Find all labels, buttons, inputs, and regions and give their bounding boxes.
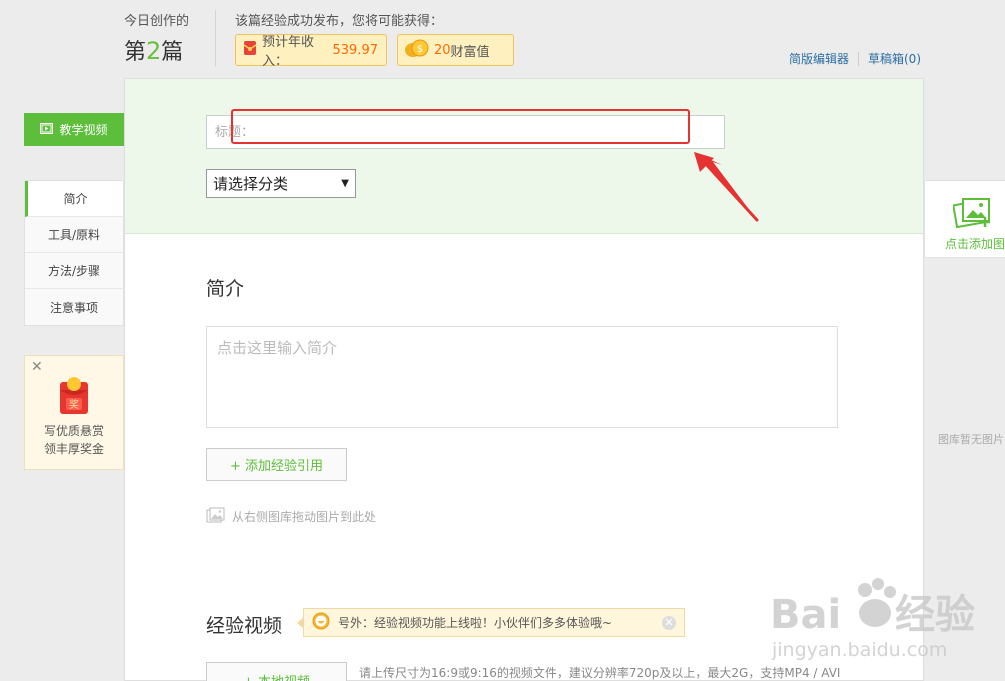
add-image-button[interactable]: 点击添加图片 [924,180,1005,258]
notice-text: 号外：经验视频功能上线啦！小伙伴们多多体验哦~ [338,616,613,630]
tutorial-video-label: 教学视频 [59,123,108,137]
drafts-link[interactable]: 草稿箱(0) [868,50,921,67]
income-badge: 预计年收入： 539.97 [235,34,387,69]
svg-text:奖: 奖 [69,398,79,411]
today-created-label: 今日创作的 [124,14,190,29]
section-nav: 简介 工具/原料 方法/步骤 注意事项 [24,180,124,326]
wealth-label: 财富值 [450,44,490,60]
intro-section-title: 简介 [206,278,245,300]
top-links: 简版编辑器 草稿箱(0) [789,50,921,67]
notice-close-icon[interactable]: ✕ [662,615,676,630]
wealth-number: 20 [434,42,451,58]
video-upload-hint: 请上传尺寸为16:9或9:16的视频文件，建议分辨率720p及以上，最大2G，支… [359,666,841,680]
today-suffix: 篇 [161,40,184,65]
coin-icon: $ [404,38,430,62]
today-count-number: 2 [146,37,162,65]
gallery-empty-text: 图库暂无图片 [938,433,1004,446]
promo-line1: 写优质悬赏 [43,424,104,438]
drag-hint-text: 从右侧图库拖动图片到此处 [232,510,377,524]
add-experience-citation-button[interactable]: + 添加经验引用 [206,448,347,481]
intro-textarea[interactable]: 点击这里输入简介 [206,326,838,428]
wealth-badge: $ 20 财富值 [397,34,514,66]
add-picture-icon [952,197,993,233]
video-icon [40,122,54,137]
add-image-label: 点击添加图片 [945,237,1005,251]
svg-text:经验: 经验 [895,592,975,638]
nav-item-steps[interactable]: 方法/步骤 [25,253,123,289]
video-section-title: 经验视频 [206,615,283,637]
today-article-count: 第2篇 [124,34,183,66]
drag-image-hint: 从右侧图库拖动图片到此处 [206,507,376,526]
svg-text:jingyan.baidu.com: jingyan.baidu.com [771,639,947,661]
nav-item-tools[interactable]: 工具/原料 [25,217,123,253]
simple-editor-link[interactable]: 简版编辑器 [789,50,849,67]
close-icon[interactable]: ✕ [31,358,43,376]
title-area: 请选择分类 ▼ [125,79,923,234]
svg-text:$: $ [417,44,423,55]
annotation-highlight-box [231,109,690,144]
smile-icon [312,612,330,633]
nav-item-intro[interactable]: 简介 [25,181,123,217]
red-envelope-icon [242,40,258,60]
category-selected-value: 请选择分类 [213,175,289,193]
promo-line2: 领丰厚奖金 [43,442,104,456]
local-video-button[interactable]: + 本地视频 [206,662,347,681]
dropdown-arrow-icon: ▼ [341,178,349,189]
video-feature-notice: 号外：经验视频功能上线啦！小伙伴们多多体验哦~ ✕ [297,608,685,637]
baidu-jingyan-watermark: Bai 经验 jingyan.baidu.com [770,578,975,661]
header-divider [215,10,216,66]
reward-envelope-icon: 奖 [57,376,91,416]
link-divider [858,51,859,66]
today-prefix: 第 [124,40,147,65]
nav-item-notes[interactable]: 注意事项 [25,289,123,325]
bounty-promo[interactable]: ✕ 奖 写优质悬赏 领丰厚奖金 [24,355,124,470]
category-select[interactable]: 请选择分类 ▼ [206,169,356,198]
income-label: 预计年收入： [262,35,315,69]
reward-label: 该篇经验成功发布，您将可能获得： [235,14,444,29]
income-value: 539.97 [332,42,379,58]
tutorial-video-button[interactable]: 教学视频 [24,113,124,146]
svg-text:Bai: Bai [770,592,841,638]
image-icon [206,507,226,526]
